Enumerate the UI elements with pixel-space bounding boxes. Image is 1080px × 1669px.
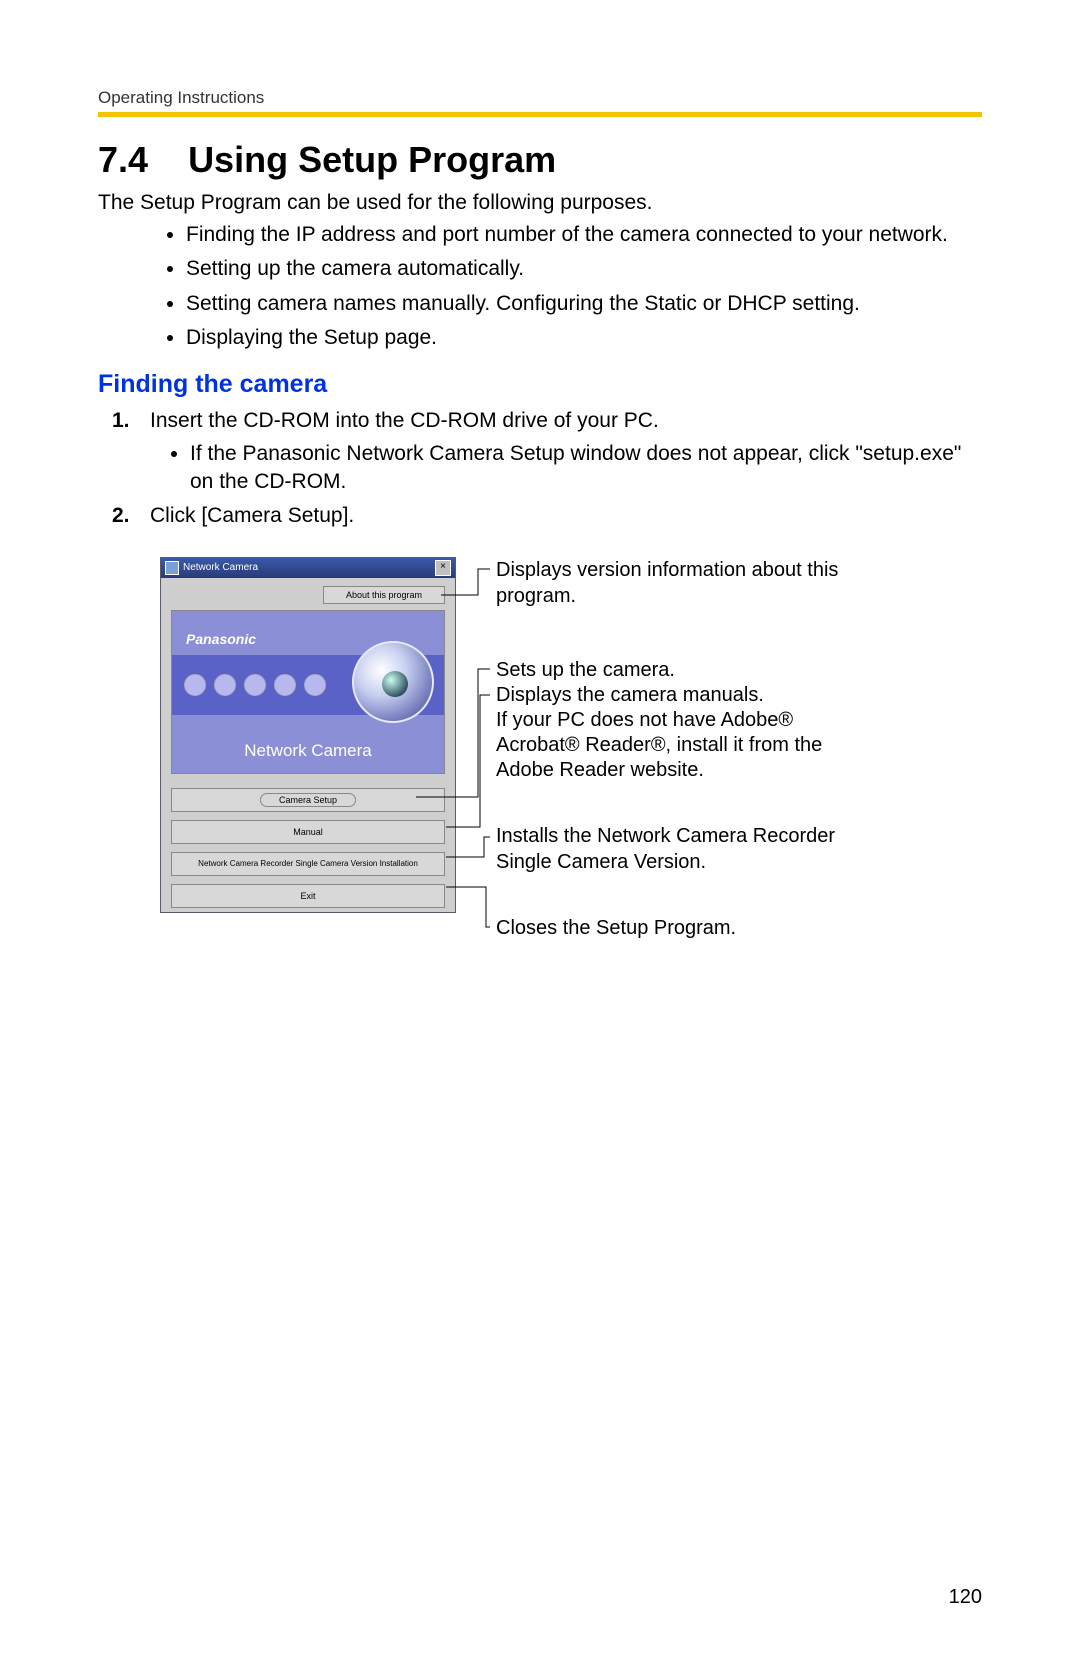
exit-button[interactable]: Exit xyxy=(171,884,445,908)
list-item: Displaying the Setup page. xyxy=(186,324,982,352)
annotation-text: Displays the camera manuals. xyxy=(496,683,876,708)
manual-button[interactable]: Manual xyxy=(171,820,445,844)
manual-page: Operating Instructions 7.4 Using Setup P… xyxy=(0,0,1080,1669)
step-number: 2. xyxy=(112,502,130,530)
section-heading: 7.4 Using Setup Program xyxy=(98,139,982,181)
decorative-icon xyxy=(304,674,326,696)
annotation-text: If your PC does not have Adobe® Acrobat®… xyxy=(496,708,876,783)
step-item: 1. Insert the CD-ROM into the CD-ROM dri… xyxy=(150,407,982,496)
step-text: Click [Camera Setup]. xyxy=(150,504,354,527)
camera-setup-button[interactable]: Camera Setup xyxy=(171,788,445,812)
page-number: 120 xyxy=(949,1586,982,1609)
header-rule xyxy=(98,112,982,117)
intro-paragraph: The Setup Program can be used for the fo… xyxy=(98,191,982,215)
figure-setup-program: Network Camera × About this program Pana… xyxy=(98,557,982,957)
annotation-exit: Closes the Setup Program. xyxy=(496,915,736,941)
decorative-icon xyxy=(214,674,236,696)
list-item: Finding the IP address and port number o… xyxy=(186,221,982,249)
step-text: Insert the CD-ROM into the CD-ROM drive … xyxy=(150,409,659,432)
section-number: 7.4 xyxy=(98,139,148,180)
splash-label: Network Camera xyxy=(172,741,444,761)
about-button[interactable]: About this program xyxy=(323,586,445,604)
recorder-install-button[interactable]: Network Camera Recorder Single Camera Ve… xyxy=(171,852,445,876)
step-item: 2. Click [Camera Setup]. xyxy=(150,502,982,530)
window-title: Network Camera xyxy=(183,562,258,573)
list-item: Setting camera names manually. Configuri… xyxy=(186,290,982,318)
section-title: Using Setup Program xyxy=(188,139,556,180)
window-titlebar: Network Camera × xyxy=(161,558,455,578)
steps-list: 1. Insert the CD-ROM into the CD-ROM dri… xyxy=(98,407,982,530)
running-head: Operating Instructions xyxy=(98,88,982,108)
step-sublist: If the Panasonic Network Camera Setup wi… xyxy=(150,440,982,497)
annotation-about: Displays version information about this … xyxy=(496,557,876,609)
decorative-icon xyxy=(274,674,296,696)
decorative-icon xyxy=(184,674,206,696)
button-label: Camera Setup xyxy=(260,793,356,807)
splash-image: Panasonic Network Camera xyxy=(171,610,445,774)
list-item: Setting up the camera automatically. xyxy=(186,255,982,283)
list-item: If the Panasonic Network Camera Setup wi… xyxy=(190,440,982,497)
brand-label: Panasonic xyxy=(186,631,256,647)
app-icon xyxy=(165,561,179,575)
close-icon[interactable]: × xyxy=(435,560,451,576)
step-number: 1. xyxy=(112,407,130,435)
annotation-camera-setup: Sets up the camera. xyxy=(496,657,675,683)
camera-lens-icon xyxy=(352,641,434,723)
purpose-list: Finding the IP address and port number o… xyxy=(98,221,982,352)
setup-window: Network Camera × About this program Pana… xyxy=(160,557,456,913)
annotation-manual: Displays the camera manuals. If your PC … xyxy=(496,683,876,783)
decorative-icon xyxy=(244,674,266,696)
subsection-heading: Finding the camera xyxy=(98,370,982,399)
annotation-recorder: Installs the Network Camera Recorder Sin… xyxy=(496,823,876,875)
